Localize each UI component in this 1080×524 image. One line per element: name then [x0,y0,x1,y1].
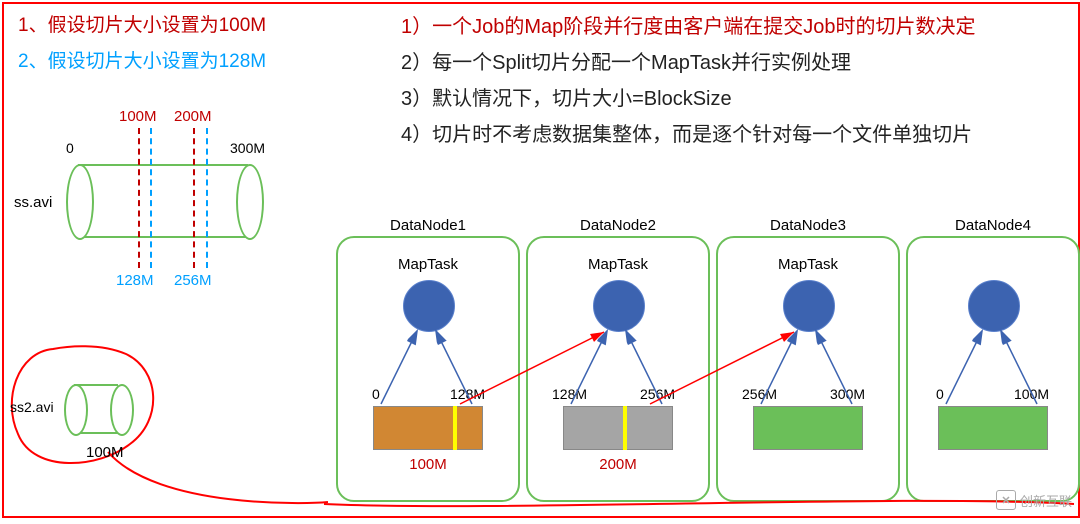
arrows-overlay [4,4,1078,516]
watermark-text: 创新互联 [1020,491,1072,510]
watermark-icon: ✕ [996,490,1016,510]
watermark: ✕ 创新互联 [996,490,1072,510]
diagram-frame: 1、假设切片大小设置为100M 2、假设切片大小设置为128M 1）一个Job的… [2,2,1080,518]
